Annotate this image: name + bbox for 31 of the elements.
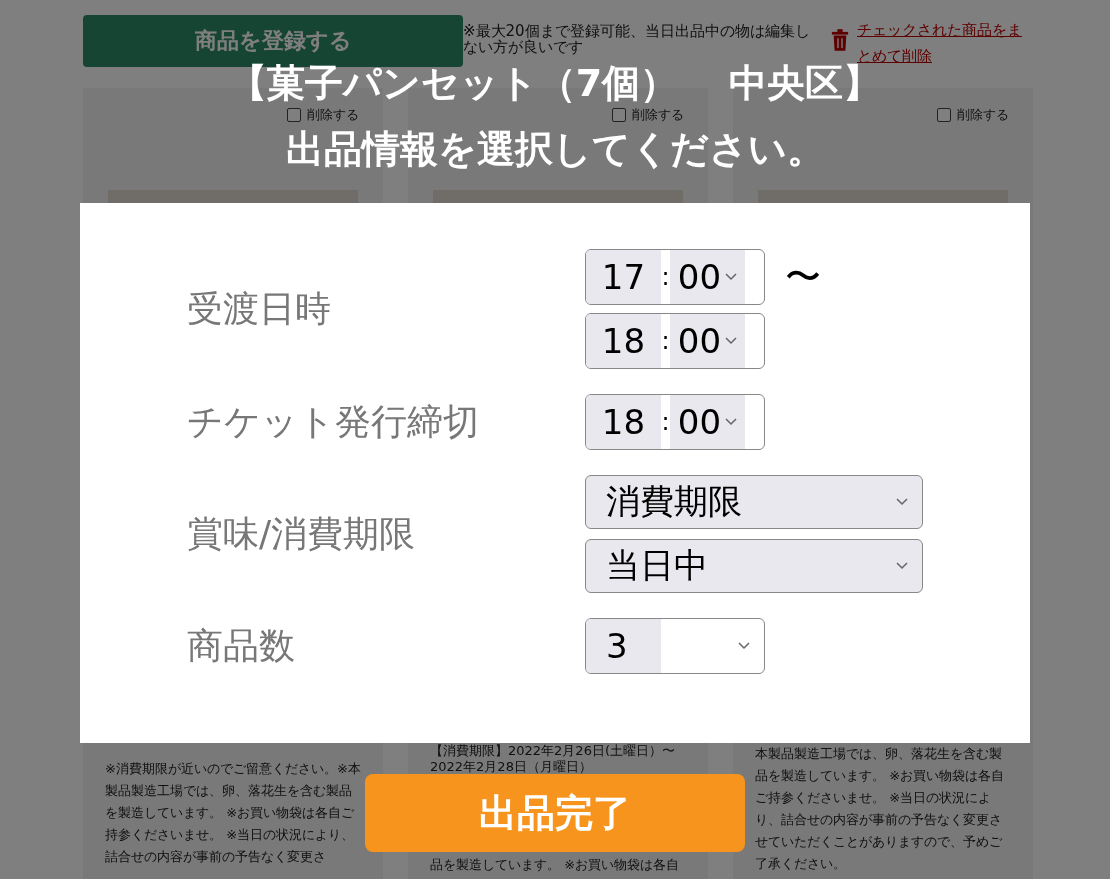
trash-icon[interactable]: [831, 29, 849, 51]
range-separator: 〜: [785, 254, 821, 299]
field-label: チケット発行締切: [187, 399, 480, 444]
chevron-down-icon: [725, 337, 738, 345]
dropdown-select[interactable]: 当日中: [585, 539, 923, 593]
chevron-down-icon: [725, 418, 738, 426]
dropdown-select[interactable]: 消費期限: [585, 475, 923, 529]
delete-checkbox[interactable]: [287, 108, 301, 122]
product-description: 【消費期限】2022年2月26日(土曜日）〜2022年2月28日（月曜日）: [430, 743, 676, 775]
field-label: 賞味/消費期限: [187, 511, 417, 556]
field-label: 受渡日時: [187, 286, 332, 331]
bulk-delete-link[interactable]: チェックされた商品をまとめて削除: [857, 17, 1027, 69]
modal-subtitle: 出品情報を選択してください。: [285, 126, 825, 173]
register-note: ※最大20個まで登録可能、当日出品中の物は編集しない方が良いです: [463, 23, 811, 55]
field-label: 商品数: [187, 623, 296, 668]
chevron-down-icon: [738, 642, 750, 650]
product-description: 品を製造しています。 ※お買い物袋は各自: [430, 856, 681, 874]
time-select[interactable]: 18 : 00: [585, 313, 765, 369]
delete-checkbox[interactable]: [612, 108, 626, 122]
product-description: 本製品製造工場では、卵、落花生を含む製品を製造しています。 ※お買い物袋は各自ご持参くださいませ。 ※当日の状況により、詰合せの内容が事前の予告なく変更させていただくことがありますので、予めご了承ください。: [755, 745, 1006, 873]
delete-label: 削除する: [632, 107, 684, 123]
quantity-select[interactable]: 3: [585, 618, 765, 674]
delete-label: 削除する: [307, 107, 359, 123]
delete-label: 削除する: [957, 107, 1009, 123]
chevron-down-icon: [896, 498, 908, 506]
time-select[interactable]: 18 : 00: [585, 394, 765, 450]
chevron-down-icon: [725, 273, 738, 281]
chevron-down-icon: [896, 562, 908, 570]
time-select[interactable]: 17 : 00: [585, 249, 765, 305]
product-description: ※消費期限が近いのでご留意ください。※本製品製造工場では、卵、落花生を含む製品を製造しています。 ※お買い物袋は各自ご持参くださいませ。 ※当日の状況により、詰合せの内容が事前の予告なく変更さ: [105, 760, 361, 866]
delete-checkbox[interactable]: [937, 108, 951, 122]
